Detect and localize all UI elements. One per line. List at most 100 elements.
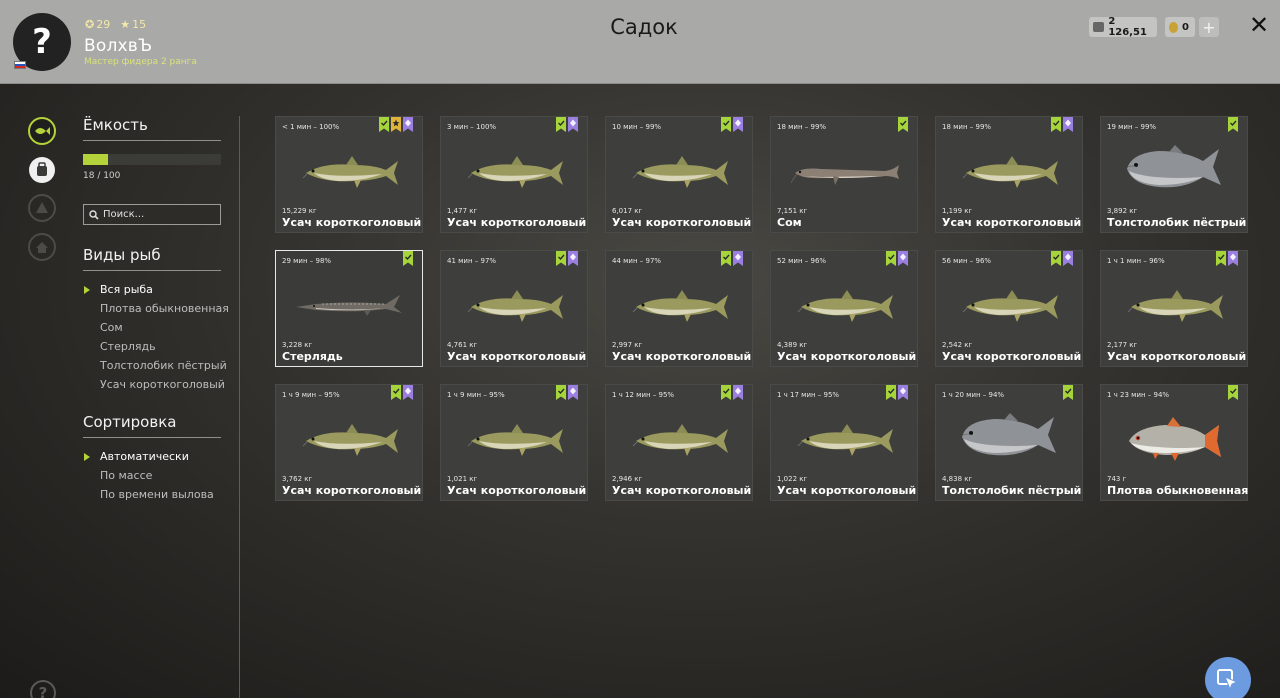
fish-card[interactable]: < 1 мин – 100% 15,229 кг Усач короткоголов… [275,116,423,233]
check-badge-icon [1051,251,1061,266]
check-badge-icon [556,251,566,266]
barbel-fish-image [459,143,571,199]
fish-card[interactable]: 19 мин – 99% 3,892 кг Толстолобик пёстрый [1100,116,1248,233]
cursor-mode-button[interactable] [1205,657,1251,698]
fish-card[interactable]: 44 мин – 97% 2,997 кг Усач короткоголовый [605,250,753,367]
fish-card[interactable]: 56 мин – 96% 2,542 кг Усач короткоголовый [935,250,1083,367]
sorting-option[interactable]: Автоматически [84,450,189,463]
barbel-fish-image [789,277,901,333]
fish-badges [1228,385,1238,400]
help-icon[interactable]: ? [30,680,56,698]
fish-card[interactable]: 29 мин – 98% 3,228 кг Стерлядь [275,250,423,367]
fish-badges [379,117,413,132]
tent-icon[interactable] [28,194,56,222]
check-badge-icon [721,117,731,132]
unique-badge-icon [733,117,743,132]
species-option[interactable]: Усач короткоголовый [100,378,225,391]
sorting-option[interactable]: По времени вылова [100,488,214,501]
species-option-label: Толстолобик пёстрый [100,359,227,372]
fish-catch-time: 10 мин – 99% [612,123,662,131]
fish-name: Усач короткоголовый [282,216,422,229]
barbel-fish-image [1119,277,1231,333]
fish-card[interactable]: 1 ч 12 мин – 95% 2,946 кг Усач короткоголо… [605,384,753,501]
check-badge-icon [556,117,566,132]
barbel-fish-image [459,277,571,333]
fish-card[interactable]: 1 ч 17 мин – 95% 1,022 кг Усач короткоголо… [770,384,918,501]
check-badge-icon [379,117,389,132]
fish-card[interactable]: 10 мин – 99% 6,017 кг Усач короткоголовый [605,116,753,233]
species-option[interactable]: Плотва обыкновенная [100,302,229,315]
unique-badge-icon [568,117,578,132]
barbel-fish-image [294,411,406,467]
species-option[interactable]: Сом [100,321,123,334]
search-icon [89,209,99,220]
fish-weight: 4,761 кг [447,341,478,349]
sorting-option-label: По массе [100,469,153,482]
check-badge-icon [403,251,413,266]
species-option-label: Сом [100,321,123,334]
fish-weight: 3,892 кг [1107,207,1138,215]
fish-card[interactable]: 1 ч 20 мин – 94% 4,838 кг Толстолобик пёст… [935,384,1083,501]
fish-badges [898,117,908,132]
fish-badges [403,251,413,266]
silver-balance[interactable]: 2 126,51 [1089,16,1157,38]
fish-weight: 1,022 кг [777,475,808,483]
fish-catch-time: < 1 мин – 100% [282,123,340,131]
species-option[interactable]: Стерлядь [100,340,156,353]
species-option[interactable]: Вся рыба [84,283,153,296]
fish-weight: 1,477 кг [447,207,478,215]
capacity-bar [83,154,221,165]
fish-card[interactable]: 18 мин – 99% 1,199 кг Усач короткоголовый [935,116,1083,233]
unique-badge-icon [1063,251,1073,266]
fish-name: Усач короткоголовый [447,484,587,497]
fish-name: Усач короткоголовый [447,350,587,363]
fish-weight: 6,017 кг [612,207,643,215]
fish-card[interactable]: 41 мин – 97% 4,761 кг Усач короткоголовый [440,250,588,367]
fish-catch-time: 18 мин – 99% [942,123,992,131]
fish-catch-time: 1 ч 17 мин – 95% [777,391,840,399]
fish-name: Усач короткоголовый [777,350,917,363]
fish-badges [721,251,743,266]
sorting-option-label: Автоматически [100,450,189,463]
fish-name: Усач короткоголовый [1107,350,1247,363]
fish-badges [556,385,578,400]
check-badge-icon [886,251,896,266]
species-option[interactable]: Толстолобик пёстрый [100,359,227,372]
barbel-fish-image [954,143,1066,199]
fish-card[interactable]: 1 ч 1 мин – 96% 2,177 кг Усач короткоголов… [1100,250,1248,367]
fish-card[interactable]: 18 мин – 99% 7,151 кг Сом [770,116,918,233]
fish-card[interactable]: 1 ч 23 мин – 94% 743 г Плотва обыкновенная [1100,384,1248,501]
unique-badge-icon [568,385,578,400]
fish-catch-time: 1 ч 9 мин – 95% [447,391,505,399]
fish-card[interactable]: 1 ч 9 мин – 95% 1,021 кг Усач короткоголов… [440,384,588,501]
bag-icon[interactable] [28,156,56,184]
fish-badges [886,385,908,400]
fish-badges [556,117,578,132]
fish-catch-time: 3 мин – 100% [447,123,497,131]
barbel-fish-image [624,143,736,199]
check-badge-icon [898,117,908,132]
catfish-fish-image [789,143,901,199]
fish-weight: 2,542 кг [942,341,973,349]
close-button[interactable]: ✕ [1246,11,1272,39]
fish-name: Стерлядь [282,350,343,363]
keepnet-fish-icon[interactable] [28,117,56,145]
check-badge-icon [1051,117,1061,132]
sorting-option[interactable]: По массе [100,469,152,482]
fish-card[interactable]: 3 мин – 100% 1,477 кг Усач короткоголовый [440,116,588,233]
fish-weight: 4,389 кг [777,341,808,349]
fish-weight: 3,228 кг [282,341,313,349]
page-title: Садок [610,15,678,39]
fish-name: Усач короткоголовый [282,484,422,497]
home-icon[interactable] [28,233,56,261]
gold-balance[interactable]: 0 [1165,17,1195,37]
fish-card[interactable]: 52 мин – 96% 4,389 кг Усач короткоголовый [770,250,918,367]
search-box[interactable] [83,204,221,225]
search-input[interactable] [103,209,213,220]
capacity-title: Ёмкость [83,116,221,141]
fish-weight: 15,229 кг [282,207,317,215]
flag-icon [14,61,26,69]
add-currency-button[interactable]: + [1199,17,1219,37]
fish-card[interactable]: 1 ч 9 мин – 95% 3,762 кг Усач короткоголов… [275,384,423,501]
cursor-icon [1217,669,1239,691]
